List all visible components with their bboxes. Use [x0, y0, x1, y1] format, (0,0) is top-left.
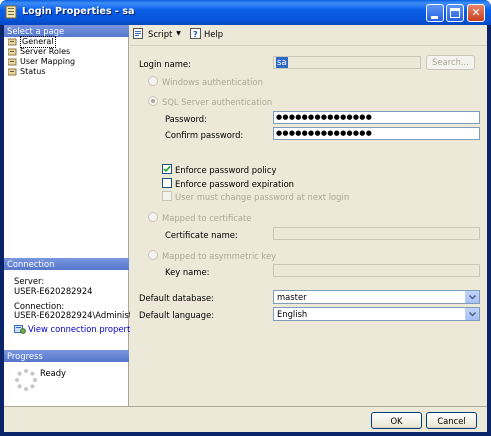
view-connection-label: View connection properties — [28, 324, 143, 334]
key-name-label: Key name: — [165, 267, 210, 277]
help-label: Help — [204, 28, 224, 39]
page-item-status[interactable]: Status — [7, 67, 46, 77]
minimize-icon[interactable] — [426, 4, 444, 22]
page-item-general[interactable]: General — [7, 36, 56, 48]
page-item-server-roles[interactable]: Server Roles — [7, 47, 71, 57]
cert-name-label: Certificate name: — [165, 230, 238, 240]
title-bar[interactable]: Login Properties - sa ✕ — [0, 0, 491, 25]
default-db-label: Default database: — [139, 293, 214, 303]
enforce-expiration-label: Enforce password expiration — [175, 179, 294, 189]
page-label-server-roles: Server Roles — [20, 47, 71, 56]
progress-spinner-icon — [15, 369, 37, 391]
windows-auth-label: Windows authentication — [162, 77, 263, 87]
dialog-footer: OK Cancel — [4, 406, 487, 432]
maximize-icon[interactable] — [446, 4, 464, 22]
view-connection-link[interactable]: View connection properties — [14, 324, 142, 334]
password-field[interactable]: ●●●●●●●●●●●●●●● — [273, 111, 480, 124]
help-icon: ? — [190, 28, 201, 39]
chevron-down-icon[interactable] — [465, 308, 479, 320]
password-value: ●●●●●●●●●●●●●●● — [276, 113, 373, 121]
password-label: Password: — [165, 114, 207, 124]
login-name-value: sa — [276, 57, 288, 68]
server-value: USER-E620282924 — [14, 286, 93, 296]
checkmark-icon — [163, 165, 171, 173]
page-label-user-mapping: User Mapping — [20, 57, 76, 66]
app-icon — [5, 5, 17, 19]
must-change-label: User must change password at next login — [175, 192, 350, 202]
default-lang-value: English — [277, 309, 308, 319]
wrench-icon — [7, 38, 17, 46]
script-label: Script — [148, 28, 173, 39]
confirm-password-field[interactable]: ●●●●●●●●●●●●●●● — [273, 127, 480, 140]
progress-header: Progress — [4, 350, 129, 362]
wrench-icon — [7, 58, 17, 66]
default-db-select[interactable]: master — [273, 290, 480, 304]
page-item-user-mapping[interactable]: User Mapping — [7, 57, 76, 67]
script-icon — [133, 28, 143, 39]
default-lang-select[interactable]: English — [273, 307, 480, 321]
page-label-status: Status — [20, 67, 46, 76]
connection-header: Connection — [4, 258, 129, 270]
mapped-asym-radio[interactable] — [148, 250, 158, 260]
svg-text:?: ? — [193, 30, 198, 39]
cert-name-field[interactable] — [273, 227, 480, 240]
properties-icon — [14, 325, 26, 334]
script-button[interactable]: Script ▼ — [133, 28, 181, 39]
toolbar-divider — [130, 45, 487, 46]
key-name-field[interactable] — [273, 264, 480, 277]
sql-auth-radio[interactable] — [148, 96, 158, 106]
enforce-policy-checkbox[interactable] — [162, 164, 172, 174]
default-db-value: master — [277, 292, 307, 302]
left-pane: Select a page General Server Roles User … — [4, 25, 152, 406]
enforce-policy-label: Enforce password policy — [175, 165, 277, 175]
must-change-checkbox[interactable] — [162, 191, 172, 201]
toolbar: Script ▼ ? Help — [130, 25, 487, 43]
default-lang-label: Default language: — [139, 310, 215, 320]
chevron-down-icon[interactable] — [465, 291, 479, 303]
search-button[interactable]: Search... — [426, 55, 475, 70]
server-label: Server: — [14, 276, 45, 286]
close-icon[interactable]: ✕ — [467, 4, 485, 22]
enforce-expiration-checkbox[interactable] — [162, 178, 172, 188]
confirm-password-label: Confirm password: — [165, 130, 244, 140]
mapped-cert-label: Mapped to certificate — [162, 213, 252, 223]
windows-auth-radio[interactable] — [148, 76, 158, 86]
mapped-asym-label: Mapped to asymmetric key — [162, 251, 277, 261]
ok-button[interactable]: OK — [371, 412, 422, 429]
login-name-field[interactable]: sa — [273, 56, 421, 69]
help-button[interactable]: ? Help — [190, 28, 223, 39]
mapped-cert-radio[interactable] — [148, 212, 158, 222]
sql-auth-label: SQL Server authentication — [162, 97, 273, 107]
cancel-button[interactable]: Cancel — [426, 412, 477, 429]
login-name-label: Login name: — [139, 59, 191, 69]
wrench-icon — [7, 48, 17, 56]
window-title: Login Properties - sa — [22, 6, 135, 17]
wrench-icon — [7, 68, 17, 76]
progress-status: Ready — [40, 368, 66, 378]
confirm-password-value: ●●●●●●●●●●●●●●● — [276, 129, 373, 137]
chevron-down-icon[interactable]: ▼ — [176, 30, 181, 37]
right-pane: Script ▼ ? Help Login name: sa Search...… — [130, 25, 487, 406]
